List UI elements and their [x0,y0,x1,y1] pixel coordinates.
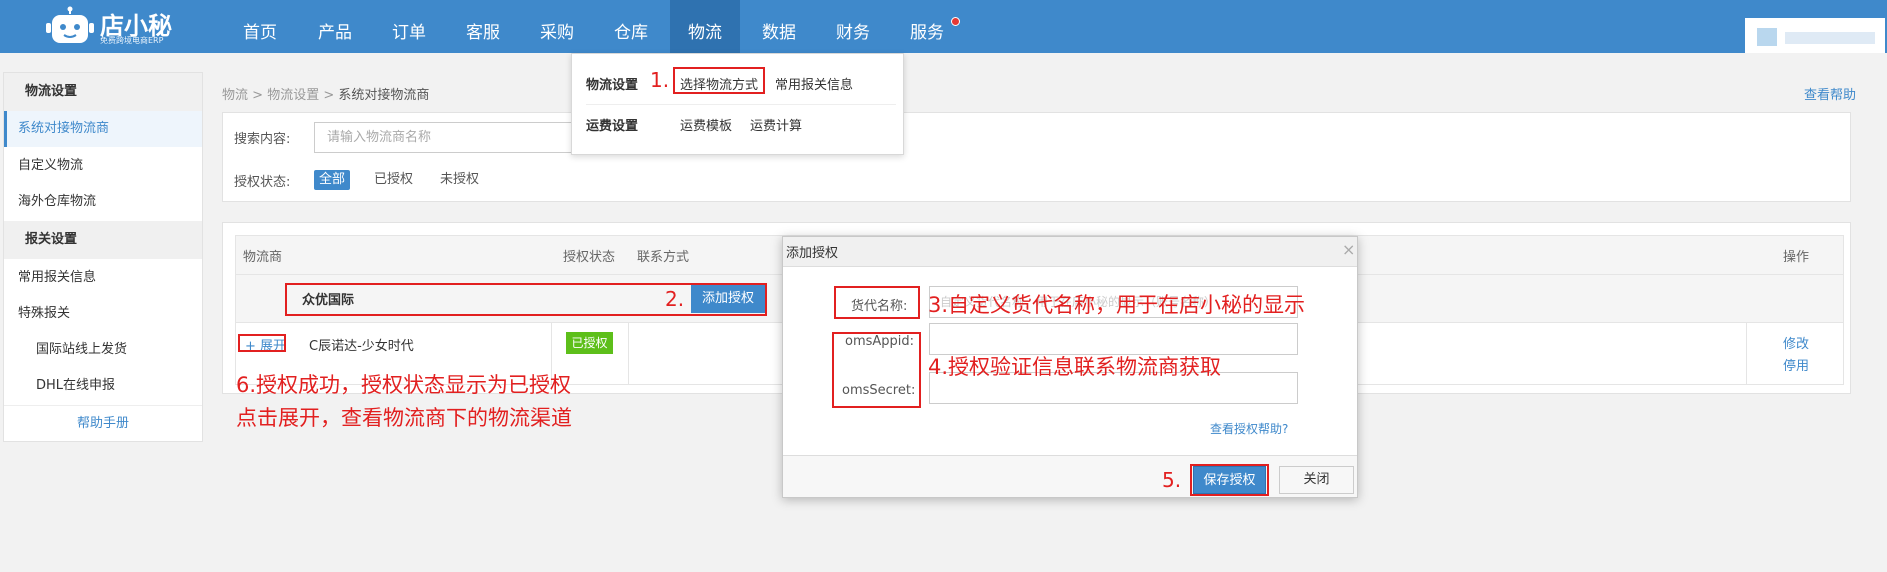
nav-products[interactable]: 产品 [300,0,370,53]
th-actions: 操作 [1783,250,1810,265]
nav-logistics[interactable]: 物流 [670,0,740,53]
sidebar-item-overseas-warehouse[interactable]: 海外仓库物流 [4,184,202,220]
nav-services[interactable]: 服务 [892,0,962,53]
nav-home[interactable]: 首页 [225,0,295,53]
breadcrumb-logistics-settings[interactable]: 物流设置 [267,88,319,103]
breadcrumb: 物流 > 物流设置 > 系统对接物流商 [222,84,429,103]
dropdown-group-freight-settings: 运费设置 [586,119,639,134]
avatar [1757,28,1777,46]
annotation-box-carrier-group [285,283,767,316]
annotation-step-6-line2: 点击展开，查看物流商下的物流渠道 [236,406,572,430]
status-badge: 已授权 [566,332,613,354]
annotation-step-3: 3.自定义货代名称，用于在店小秘的显示 [928,293,1306,317]
carrier-channel-name: C辰诺达-少女时代 [309,339,414,354]
nav-finance[interactable]: 财务 [818,0,888,53]
annotation-step-1: 1. [650,68,670,92]
nav-warehouse[interactable]: 仓库 [596,0,666,53]
annotation-box-save-button [1190,464,1269,496]
nav-orders[interactable]: 订单 [374,0,444,53]
dropdown-group-logistics-settings: 物流设置 [586,78,639,93]
brand-tagline: 免费跨境电商ERP [100,36,164,45]
filter-unauthorized[interactable]: 未授权 [435,170,484,190]
dropdown-divider [586,104,896,105]
th-contact: 联系方式 [637,250,690,265]
close-icon[interactable]: × [1342,240,1355,259]
annotation-step-6-line1: 6.授权成功，授权状态显示为已授权 [236,373,572,397]
sidebar-item-special-customs[interactable]: 特殊报关 [4,296,202,332]
edit-link[interactable]: 修改 [1783,333,1809,352]
dialog-close-button[interactable]: 关闭 [1279,466,1354,494]
sidebar-item-system-carriers[interactable]: 系统对接物流商 [4,111,202,147]
nav-purchase[interactable]: 采购 [522,0,592,53]
nav-customer-service[interactable]: 客服 [448,0,518,53]
annotation-box-forwarder-label [834,286,920,319]
search-label: 搜索内容: [234,132,291,147]
annotation-step-5: 5. [1162,468,1182,492]
sidebar-item-dhl-declaration[interactable]: DHL在线申报 [4,368,202,404]
sidebar: 物流设置 系统对接物流商 自定义物流 海外仓库物流 报关设置 常用报关信息 特殊… [3,72,203,442]
sidebar-item-common-customs[interactable]: 常用报关信息 [4,260,202,296]
sidebar-help-manual[interactable]: 帮助手册 [4,405,202,441]
menu-item-freight-template[interactable]: 运费模板 [680,115,732,134]
sidebar-item-custom-logistics[interactable]: 自定义物流 [4,148,202,184]
breadcrumb-separator: > [252,88,264,103]
sidebar-item-intl-online-shipping[interactable]: 国际站线上发货 [4,332,202,368]
menu-item-common-customs-info[interactable]: 常用报关信息 [775,74,853,93]
robot-icon [46,6,94,43]
auth-status-label: 授权状态: [234,175,291,190]
user-name-blurred [1785,32,1875,44]
th-auth-status: 授权状态 [563,250,616,265]
th-carrier: 物流商 [243,250,283,265]
dialog-footer [783,455,1357,497]
view-help-link[interactable]: 查看帮助 [1804,84,1856,103]
breadcrumb-logistics[interactable]: 物流 [222,88,248,103]
notification-dot [951,17,960,26]
column-divider [628,323,629,385]
annotation-box-select-method [673,67,765,94]
breadcrumb-separator: > [323,88,335,103]
dialog-header [783,237,1357,267]
annotation-box-expand [238,334,286,352]
breadcrumb-current: 系统对接物流商 [338,88,430,103]
dialog-title: 添加授权 [786,246,839,261]
auth-help-link[interactable]: 查看授权帮助? [1210,420,1288,437]
column-divider [1746,323,1747,385]
annotation-box-credential-labels [832,332,921,408]
filter-all[interactable]: 全部 [314,170,351,190]
annotation-step-2: 2. [665,287,685,311]
nav-data[interactable]: 数据 [744,0,814,53]
menu-item-freight-calculator[interactable]: 运费计算 [750,115,802,134]
sidebar-section-logistics-settings: 物流设置 [4,73,202,111]
search-input[interactable]: 请输入物流商名称 [314,122,574,153]
filter-authorized[interactable]: 已授权 [369,170,418,190]
disable-link[interactable]: 停用 [1783,355,1809,374]
sidebar-section-customs-settings: 报关设置 [4,221,202,259]
annotation-step-4: 4.授权验证信息联系物流商获取 [928,355,1222,379]
brand-logo[interactable]: 店小秘 免费跨境电商ERP [44,2,174,48]
